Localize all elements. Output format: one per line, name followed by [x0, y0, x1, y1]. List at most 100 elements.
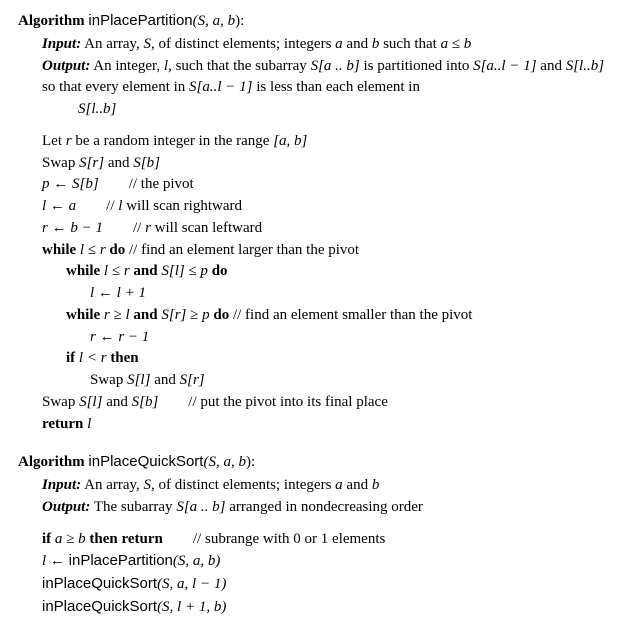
expr: S[l] ≤ p [158, 263, 212, 279]
param-a: a [223, 454, 231, 470]
keyword-algorithm: Algorithm [18, 13, 85, 29]
text: and [343, 36, 372, 52]
text: , of distinct elements; integers [151, 36, 335, 52]
expr: l [87, 416, 91, 432]
text: Let [42, 133, 66, 149]
algorithm-body: Input: An array, S, of distinct elements… [42, 34, 621, 436]
code-line: if l < r then [42, 348, 621, 370]
expr: S[l] [79, 394, 102, 410]
expr: S[b] [132, 394, 159, 410]
keyword-then-return: then return [89, 531, 162, 547]
input-line: Input: An array, S, of distinct elements… [42, 34, 621, 56]
algorithm-inplacequicksort: Algorithm inPlaceQuickSort(S, a, b): Inp… [18, 451, 621, 618]
expr: S[r] [79, 155, 104, 171]
var-S: S [144, 477, 152, 493]
keyword-while: while [66, 307, 104, 323]
expr: l ≤ r [104, 263, 134, 279]
keyword-do: do [213, 307, 229, 323]
text: and [102, 394, 131, 410]
expr: (S, l + 1, b) [157, 599, 226, 615]
paren-close: ): [235, 13, 244, 29]
expr: (S, a, l − 1) [157, 576, 226, 592]
text: , such that the subarray [168, 58, 310, 74]
code-line: Swap S[l] and S[b] // put the pivot into… [42, 392, 621, 414]
function-name: inPlaceQuickSort [42, 575, 157, 592]
expr: S[r] ≥ p [158, 307, 214, 323]
expr: S[a..l − 1] [473, 58, 536, 74]
expr: l ← [42, 553, 69, 569]
comment: will scan leftward [151, 220, 262, 236]
text: and [104, 155, 133, 171]
expr: S[r] [180, 372, 205, 388]
function-name: inPlaceQuickSort [42, 598, 157, 615]
expr: (S, a, b) [173, 553, 221, 569]
text: be a random integer in the range [72, 133, 274, 149]
code-line: r ← r − 1 [42, 327, 621, 349]
keyword-while: while [66, 263, 104, 279]
code-line: while l ≤ r and S[l] ≤ p do [42, 261, 621, 283]
text: Swap [90, 372, 127, 388]
code-line: l ← l + 1 [42, 283, 621, 305]
expr: l ← l + 1 [90, 285, 146, 301]
comment: // the pivot [129, 176, 194, 192]
text: and [150, 372, 179, 388]
comment: // [133, 220, 145, 236]
expr: S[b] [133, 155, 160, 171]
algorithm-header: Algorithm inPlacePartition(S, a, b): [18, 10, 621, 33]
algorithm-body: Input: An array, S, of distinct elements… [42, 475, 621, 619]
expr: l ← a [42, 198, 76, 214]
text: An array, [81, 36, 143, 52]
var-a: a [335, 36, 343, 52]
comma: , [205, 13, 213, 29]
param-S: S [208, 454, 216, 470]
text: The subarray [90, 499, 176, 515]
comment: // find an element smaller than the pivo… [229, 307, 472, 323]
var-a: a [335, 477, 343, 493]
expr: S[a .. b] [176, 499, 225, 515]
output-line: Output: An integer, l, such that the sub… [42, 56, 621, 121]
code-line: if a ≥ b then return // subrange with 0 … [42, 529, 621, 551]
expr: l < r [79, 350, 110, 366]
expr: p ← S[b] [42, 176, 99, 192]
text: An array, [81, 477, 143, 493]
keyword-algorithm: Algorithm [18, 454, 85, 470]
algorithm-header: Algorithm inPlaceQuickSort(S, a, b): [18, 451, 621, 474]
keyword-do: do [109, 242, 125, 258]
text: and [343, 477, 372, 493]
text: and [537, 58, 566, 74]
text: is less than each element in [253, 79, 420, 95]
expr: S[l..b] [566, 58, 604, 74]
expr: [a, b] [273, 133, 307, 149]
code-line: r ← b − 1 // r will scan leftward [42, 218, 621, 240]
expr: S[a .. b] [311, 58, 360, 74]
keyword-return: return [42, 416, 87, 432]
keyword-if: if [42, 531, 55, 547]
text: An integer, [90, 58, 164, 74]
algorithm-inplacepartition: Algorithm inPlacePartition(S, a, b): Inp… [18, 10, 621, 435]
text: is partitioned into [360, 58, 473, 74]
text: arranged in nondecreasing order [226, 499, 423, 515]
code-line: Let r be a random integer in the range [… [42, 131, 621, 153]
text: Swap [42, 155, 79, 171]
label-input: Input: [42, 36, 81, 52]
text: Swap [42, 394, 79, 410]
expr: S[a..l − 1] [189, 79, 252, 95]
var-S: S [144, 36, 152, 52]
keyword-then: then [110, 350, 138, 366]
code-line: l ← a // l will scan rightward [42, 196, 621, 218]
expr: r ← r − 1 [90, 329, 149, 345]
code-line: inPlaceQuickSort(S, l + 1, b) [42, 596, 621, 619]
expr: r ← b − 1 [42, 220, 103, 236]
label-output: Output: [42, 499, 90, 515]
label-input: Input: [42, 477, 81, 493]
code-line: l ← inPlacePartition(S, a, b) [42, 550, 621, 573]
comment: // subrange with 0 or 1 elements [193, 531, 385, 547]
keyword-and: and [133, 307, 157, 323]
code-line: inPlaceQuickSort(S, a, l − 1) [42, 573, 621, 596]
input-line: Input: An array, S, of distinct elements… [42, 475, 621, 497]
comment: // put the pivot into its final place [188, 394, 388, 410]
code-line: while r ≥ l and S[r] ≥ p do // find an e… [42, 305, 621, 327]
param-b: b [238, 454, 246, 470]
label-output: Output: [42, 58, 90, 74]
expr: l ≤ r [80, 242, 110, 258]
